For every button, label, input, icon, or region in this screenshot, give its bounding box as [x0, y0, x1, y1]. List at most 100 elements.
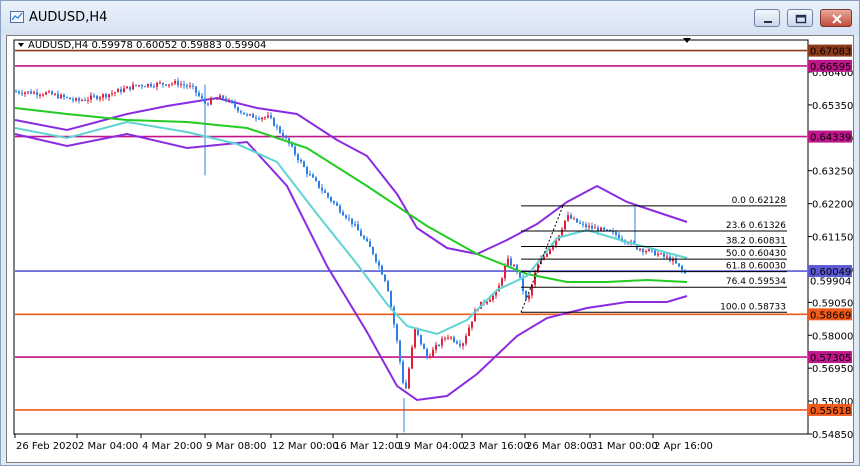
candle-body: [135, 84, 137, 86]
candle-body: [54, 93, 56, 95]
candle-body: [225, 98, 227, 102]
candle-body: [588, 225, 590, 228]
candle-body: [504, 265, 506, 279]
price-tick-label: 0.58000: [812, 331, 853, 342]
candle-body: [162, 82, 164, 85]
candle-body: [126, 86, 128, 89]
candle-body: [123, 88, 125, 92]
candle-body: [399, 340, 401, 362]
candle-body: [351, 218, 353, 225]
price-tick-label: 0.63250: [812, 167, 853, 178]
candle-body: [345, 215, 347, 219]
candle-body: [132, 84, 134, 90]
candle-body: [192, 85, 194, 87]
candle-body: [279, 126, 281, 133]
candle-body: [198, 92, 200, 96]
close-button[interactable]: [820, 9, 852, 27]
candle-body: [111, 93, 113, 95]
candle-body: [216, 98, 218, 100]
candle-body: [360, 230, 362, 237]
candle-body: [327, 192, 329, 198]
candle-body: [570, 215, 572, 219]
candle-body: [282, 132, 284, 138]
time-tick-label: 23 Mar 16:00: [463, 441, 530, 452]
title-bar[interactable]: AUDUSD,H4: [1, 1, 859, 35]
candle-body: [252, 114, 254, 118]
fib-level-label: 76.4 0.59534: [726, 277, 786, 287]
plot-frame: [13, 39, 809, 435]
candle-body: [276, 126, 278, 128]
price-tick-label: 0.61150: [812, 233, 853, 244]
candle-body: [60, 94, 62, 99]
candle-body: [72, 99, 74, 101]
time-tick-label: 4 Mar 20:00: [142, 441, 202, 452]
candle-body: [660, 253, 662, 255]
candle-body: [411, 347, 413, 369]
candle-body: [108, 94, 110, 98]
candle-body: [390, 291, 392, 308]
candle-body: [48, 91, 50, 93]
minimize-button[interactable]: [754, 9, 780, 27]
candle-body: [246, 114, 248, 116]
candle-body: [579, 222, 581, 224]
time-tick-label: 2 Mar 04:00: [78, 441, 138, 452]
candle-body: [171, 83, 173, 85]
maximize-button[interactable]: [787, 9, 813, 27]
price-chart[interactable]: AUDUSD,H4 0.59978 0.60052 0.59883 0.5990…: [7, 36, 853, 462]
candle-body: [432, 349, 434, 357]
candle-body: [30, 91, 32, 94]
candle-body: [513, 265, 515, 267]
candle-body: [57, 93, 59, 99]
candle-body: [645, 251, 647, 253]
time-tick-label: 31 Mar 00:00: [591, 441, 658, 452]
candle-body: [552, 245, 554, 250]
candle-body: [201, 95, 203, 99]
candle-body: [441, 338, 443, 346]
fib-level-label: 38.2 0.60831: [726, 237, 786, 247]
candle-body: [129, 86, 131, 90]
candle-body: [501, 278, 503, 286]
candle-body: [423, 344, 425, 350]
candle-body: [606, 229, 608, 231]
candle-body: [255, 117, 257, 119]
candle-body: [93, 95, 95, 97]
candle-body: [63, 94, 65, 98]
candle-body: [333, 201, 335, 203]
candle-body: [147, 83, 149, 87]
candle-body: [369, 241, 371, 247]
candle-body: [207, 103, 209, 105]
candle-body: [315, 177, 317, 181]
candle-body: [363, 236, 365, 239]
price-tick-label: 0.56950: [812, 364, 853, 375]
time-tick-label: 26 Feb 2020: [16, 441, 78, 452]
current-price-label: 0.59904: [810, 277, 851, 288]
symbol-ohlc-line: AUDUSD,H4 0.59978 0.60052 0.59883 0.5990…: [28, 40, 266, 51]
candle-body: [105, 94, 107, 98]
candle-body: [414, 327, 416, 348]
candle-body: [348, 218, 350, 220]
candle-body: [546, 253, 548, 257]
level-price-label: 0.66595: [810, 62, 851, 73]
chart-app-icon: [10, 11, 24, 23]
chart-area[interactable]: AUDUSD,H4 0.59978 0.60052 0.59883 0.5990…: [6, 35, 854, 463]
candle-body: [117, 89, 119, 93]
candle-body: [603, 227, 605, 230]
candle-body: [249, 114, 251, 116]
candle-body: [549, 249, 551, 254]
candle-body: [525, 291, 527, 300]
price-tick-label: 0.54850: [812, 430, 853, 441]
candle-body: [357, 224, 359, 231]
time-scale: 26 Feb 2020 2 Mar 04:00 4 Mar 20:00 9 Mar 0…: [14, 434, 713, 452]
candle-body: [396, 324, 398, 341]
candle-body: [141, 85, 143, 87]
candle-body: [195, 86, 197, 93]
candle-body: [39, 94, 41, 96]
candle-body: [99, 97, 101, 100]
candle-body: [114, 92, 116, 94]
candle-body: [177, 81, 179, 86]
candle-body: [66, 97, 68, 99]
candle-body: [618, 234, 620, 239]
window-title: AUDUSD,H4: [29, 10, 108, 25]
price-scale: 0.664000.653500.643000.632500.622000.611…: [808, 68, 853, 441]
candle-body: [168, 84, 170, 86]
